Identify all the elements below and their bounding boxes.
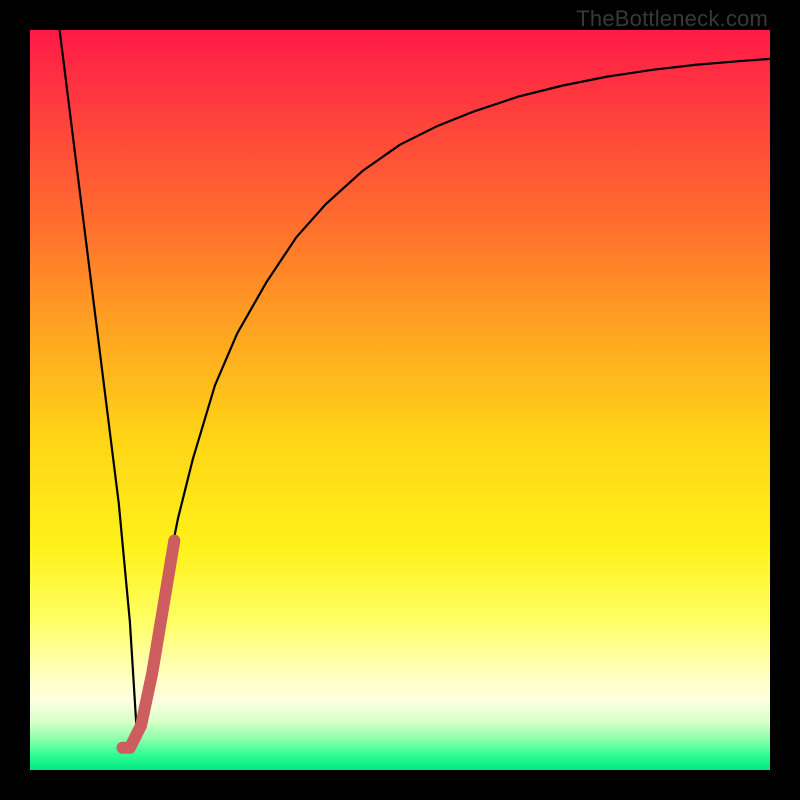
chart-frame: TheBottleneck.com (0, 0, 800, 800)
watermark-text: TheBottleneck.com (576, 6, 768, 32)
chart-svg (30, 30, 770, 770)
plot-area (30, 30, 770, 770)
gradient-background (30, 30, 770, 770)
